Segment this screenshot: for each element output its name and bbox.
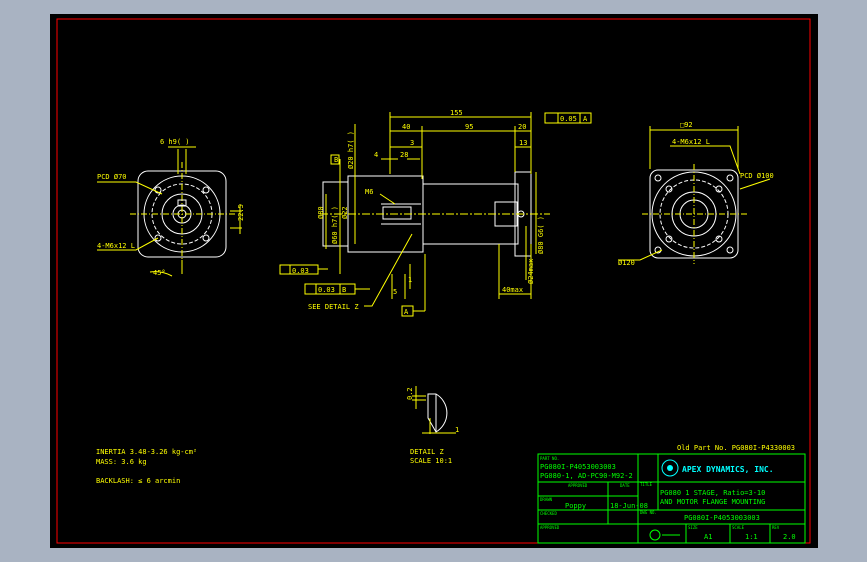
left-height-dim: 22.5 — [237, 204, 245, 221]
tb-company-name: APEX DYNAMICS, INC. — [682, 465, 774, 474]
tb-checked-header: CHECKED — [540, 511, 557, 516]
right-hole-2 — [726, 174, 734, 182]
tb-approved-header: APPROVED — [568, 483, 588, 488]
detail-dim-1: 1 — [455, 426, 459, 434]
dim-95: 95 — [465, 123, 473, 131]
tb-approved2-header: APPROVED — [540, 525, 560, 530]
tol-parallel-value: 0.05 — [560, 115, 577, 123]
dim-pilot-dia: Ø60 h7( ) — [331, 206, 339, 244]
dim-4: 4 — [374, 151, 378, 159]
tb-dwg-header: DWG NO. — [640, 510, 657, 515]
detail-z-dims — [412, 386, 456, 434]
datum-a-label: A — [404, 308, 409, 316]
dim-28: 28 — [400, 151, 408, 159]
left-holes-label: 4-M6x12 L — [97, 242, 135, 250]
detail-z — [427, 393, 448, 433]
tb-size-header: SIZE — [688, 525, 698, 530]
tb-title-header: TITLE — [640, 482, 653, 487]
right-holes-label: 4-M6x12 L — [672, 138, 710, 146]
dim-3: 3 — [410, 139, 414, 147]
output-shaft-keyway — [382, 206, 412, 220]
note-mass: MASS: 3.6 kg — [96, 458, 147, 466]
thread-label: M6 — [365, 188, 373, 196]
tb-rev: 2.0 — [783, 533, 796, 541]
left-pcd-label: PCD Ø70 — [97, 173, 127, 181]
tb-part-no-1: PG080I-P4053003003 — [540, 463, 616, 471]
tb-rev-header: REV — [772, 525, 780, 530]
right-dia-120: Ø120 — [618, 259, 635, 267]
right-pcd-label: PCD Ø100 — [740, 172, 774, 180]
left-angle-label: 45° — [153, 269, 166, 277]
tol-parallel-datum: A — [583, 115, 588, 123]
dim-20: 20 — [518, 123, 526, 131]
drawing-canvas: 6 h9( ) PCD Ø70 4-M6x12 L 22.5 45° 155 4… — [56, 18, 811, 544]
right-end-view — [642, 164, 748, 264]
left-key-dim: 6 h9( ) — [160, 138, 190, 146]
left-hole-2 — [202, 186, 210, 194]
right-square-dim: □92 — [680, 121, 693, 129]
dim-shaft-dia: Ø20 h7( ) — [347, 131, 355, 169]
tol-perp-value: 0.03 — [292, 267, 309, 275]
old-part-number: Old Part No. PG080I-P4330003 — [677, 444, 795, 452]
dim-13: 13 — [519, 139, 527, 147]
dim-40: 40 — [402, 123, 410, 131]
dim-overall-length: 155 — [450, 109, 463, 117]
drawing-sheet: 6 h9( ) PCD Ø70 4-M6x12 L 22.5 45° 155 4… — [50, 14, 818, 548]
tb-dwg-no: PG080I-P4053003003 — [684, 514, 760, 522]
right-view-dims — [618, 126, 771, 261]
dim-5: 5 — [393, 288, 397, 296]
left-hole-4 — [202, 234, 210, 242]
tb-date-header: DATE — [620, 483, 630, 488]
dim-dia-22: Ø22 — [341, 206, 349, 219]
left-end-view — [130, 162, 235, 264]
tol-runout-value: 0.03 — [318, 286, 335, 294]
tb-drawn-header: DRAWN — [540, 497, 553, 502]
detail-scale: SCALE 10:1 — [410, 457, 452, 465]
dim-40max: 40max — [502, 286, 523, 294]
tb-scale: 1:1 — [745, 533, 758, 541]
right-hole-1 — [654, 174, 662, 182]
datum-b-label: B — [334, 156, 338, 164]
right-hole-4 — [726, 246, 734, 254]
dim-motor-shaft: Ø24max — [527, 259, 535, 284]
detail-label: DETAIL Z — [410, 448, 444, 456]
tb-drawn-by: Poppy — [565, 502, 586, 510]
tb-title-line-2: AND MOTOR FLANGE MOUNTING — [660, 498, 765, 506]
tb-scale-header: SCALE — [732, 525, 745, 530]
compass-logo-icon — [649, 529, 680, 541]
see-detail-label: SEE DETAIL Z — [308, 303, 359, 311]
detail-dim-02: 0.2 — [406, 387, 414, 400]
apex-logo-icon — [661, 459, 679, 477]
tol-runout-datum: B — [342, 286, 346, 294]
note-backlash: BACKLASH: ≤ 6 arcmin — [96, 477, 180, 485]
tb-drawn-date: 18-Jun-08 — [610, 502, 648, 510]
tb-part-no-2: PG080-1, AD-PC90-M92-2 — [540, 472, 633, 480]
dim-dia-80: Ø80 — [317, 206, 325, 219]
cad-window: 6 h9( ) PCD Ø70 4-M6x12 L 22.5 45° 155 4… — [0, 0, 867, 562]
tb-title-line-1: PG080 1 STAGE, Ratio=3-10 — [660, 489, 765, 497]
dim-1: 1 — [408, 276, 412, 284]
tb-size: A1 — [704, 533, 712, 541]
dim-motor-pilot: Ø80 G6( ) — [537, 216, 545, 254]
note-inertia: INERTIA 3.48-3.26 kg-cm² — [96, 448, 197, 456]
tb-part-no-header: PART NO. — [540, 456, 559, 461]
